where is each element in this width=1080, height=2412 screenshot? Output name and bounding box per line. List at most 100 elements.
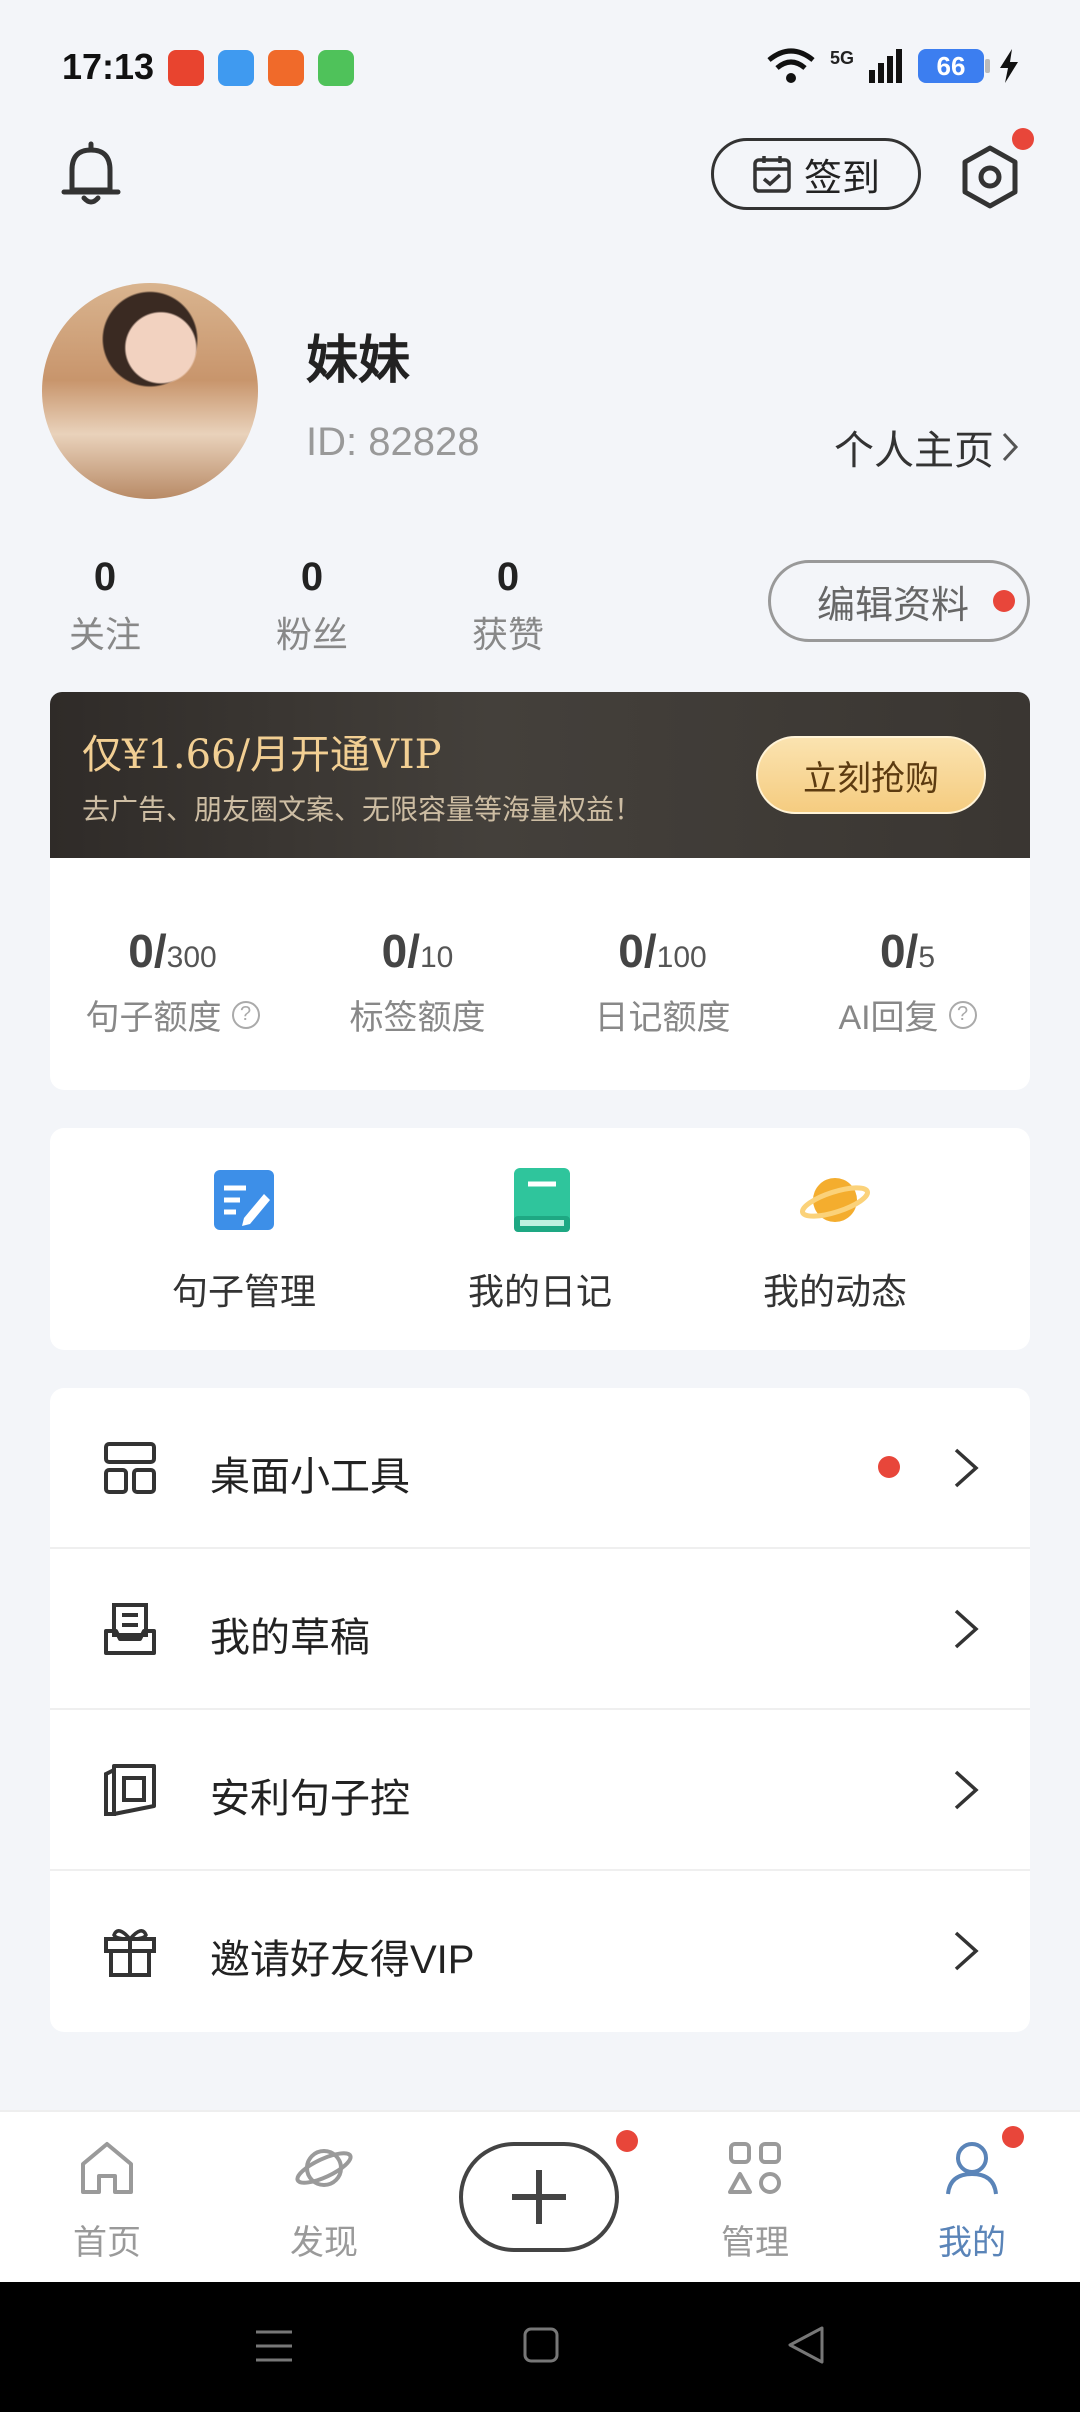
edit-doc-icon xyxy=(214,1170,274,1230)
menu-item-label: 桌面小工具 xyxy=(210,1455,410,1499)
personal-homepage-label: 个人主页 xyxy=(834,429,994,473)
status-time: 17:13 xyxy=(62,46,155,87)
battery-indicator: 66 xyxy=(918,49,990,83)
charging-icon xyxy=(1000,49,1018,83)
manage-grid-icon xyxy=(728,2142,781,2194)
quota-value: 0/5 xyxy=(785,924,1030,978)
stat-label: 关注 xyxy=(68,614,141,655)
discover-planet-icon xyxy=(295,2149,353,2187)
nav-label: 我的 xyxy=(938,2224,1006,2262)
chevron-right-icon xyxy=(954,1448,979,1488)
menu-list: 桌面小工具 我的草稿 安利句子控 邀请好友得VIP xyxy=(50,1388,1030,2032)
video-app-icon xyxy=(168,50,204,86)
quota-sentences: 0/300 句子额度? xyxy=(50,924,295,1039)
create-badge-dot xyxy=(616,2130,638,2152)
quota-value: 0/10 xyxy=(295,924,540,978)
menu-item-desktop-widgets[interactable]: 桌面小工具 xyxy=(50,1388,1030,1549)
help-icon[interactable]: ? xyxy=(231,1000,260,1029)
nav-discover[interactable]: 发现 xyxy=(254,2136,394,2264)
notification-app-icons xyxy=(168,50,354,86)
chevron-right-icon xyxy=(1002,432,1019,462)
help-icon[interactable]: ? xyxy=(948,1000,977,1029)
network-type: 5G xyxy=(829,48,854,68)
shortcut-card: 句子管理 我的日记 我的动态 xyxy=(50,1128,1030,1350)
stat-label: 粉丝 xyxy=(275,614,348,655)
shortcut-label: 我的动态 xyxy=(762,1271,907,1312)
wifi-icon xyxy=(767,48,815,83)
menu-item-my-drafts[interactable]: 我的草稿 xyxy=(50,1549,1030,1710)
share-app-icon xyxy=(104,1764,156,1816)
create-post-button[interactable] xyxy=(459,2142,619,2252)
nav-manage[interactable]: 管理 xyxy=(685,2136,825,2264)
nav-home[interactable]: 首页 xyxy=(37,2136,177,2264)
quota-used: 0/ xyxy=(618,925,657,977)
message-app-icon xyxy=(318,50,354,86)
shortcut-sentence-manage[interactable]: 句子管理 xyxy=(114,1164,374,1315)
stat-value: 0 xyxy=(93,555,117,599)
quota-total: 5 xyxy=(918,941,936,974)
profile-stats: 0 关注 0 粉丝 0 获赞 xyxy=(40,555,560,665)
quota-value: 0/100 xyxy=(540,924,785,978)
quota-label: 标签额度 xyxy=(349,999,486,1037)
home-icon xyxy=(81,2142,133,2194)
browser-app-icon xyxy=(218,50,254,86)
system-navigation-bar xyxy=(0,2282,1080,2412)
shortcut-my-moments[interactable]: 我的动态 xyxy=(705,1164,965,1315)
shopping-app-icon xyxy=(268,50,304,86)
stat-value: 0 xyxy=(496,555,520,599)
notification-bell-icon[interactable] xyxy=(58,140,124,210)
quota-used: 0/ xyxy=(879,925,919,977)
quota-label: AI回复 xyxy=(838,999,939,1037)
profile-badge-dot xyxy=(1002,2126,1024,2148)
avatar[interactable] xyxy=(42,283,258,499)
menu-item-label: 我的草稿 xyxy=(210,1616,370,1660)
planet-icon xyxy=(800,1178,870,1222)
nav-label: 首页 xyxy=(73,2224,141,2262)
profile-user-icon xyxy=(946,2142,998,2195)
vip-promo-banner[interactable]: 仅¥1.66/月开通VIP 去广告、朋友圈文案、无限容量等海量权益！ 立刻抢购 xyxy=(50,692,1030,858)
quota-label: 句子额度 xyxy=(85,999,222,1037)
personal-homepage-link[interactable]: 个人主页 xyxy=(834,418,1020,476)
shortcut-label: 我的日记 xyxy=(467,1271,612,1312)
shortcut-my-diary[interactable]: 我的日记 xyxy=(410,1164,670,1315)
quota-used: 0/ xyxy=(381,925,420,977)
menu-item-invite-friends[interactable]: 邀请好友得VIP xyxy=(50,1871,1030,2032)
quota-value: 0/300 xyxy=(50,924,295,978)
stat-label: 获赞 xyxy=(471,614,544,655)
edit-profile-badge-dot xyxy=(993,590,1015,612)
menu-badge-dot xyxy=(878,1456,900,1478)
stat-value: 0 xyxy=(300,555,324,599)
quota-tags: 0/10 标签额度 xyxy=(295,924,540,1039)
stat-following[interactable]: 0 关注 xyxy=(40,555,170,658)
menu-item-label: 邀请好友得VIP xyxy=(210,1938,475,1982)
menu-lines-icon[interactable] xyxy=(254,2326,294,2366)
back-triangle-icon[interactable] xyxy=(786,2324,826,2366)
nav-label: 发现 xyxy=(290,2224,358,2262)
vip-subtitle: 去广告、朋友圈文案、无限容量等海量权益！ xyxy=(82,793,643,826)
sign-in-button[interactable]: 签到 xyxy=(711,138,921,210)
nav-profile[interactable]: 我的 xyxy=(902,2136,1042,2264)
quota-total: 100 xyxy=(656,941,707,974)
settings-gear-icon[interactable] xyxy=(955,142,1025,212)
status-bar: 17:13 5G 66 xyxy=(0,0,1080,120)
stat-likes[interactable]: 0 获赞 xyxy=(443,555,573,658)
quota-label: 日记额度 xyxy=(594,999,731,1037)
user-name: 妹妹 xyxy=(306,332,411,390)
sign-in-label: 签到 xyxy=(803,157,880,200)
chevron-right-icon xyxy=(954,1931,979,1971)
stat-fans[interactable]: 0 粉丝 xyxy=(247,555,377,658)
chevron-right-icon xyxy=(954,1770,979,1810)
menu-item-recommend-app[interactable]: 安利句子控 xyxy=(50,1710,1030,1871)
vip-title: 仅¥1.66/月开通VIP xyxy=(82,732,442,778)
menu-item-label: 安利句子控 xyxy=(210,1777,410,1821)
edit-profile-button[interactable]: 编辑资料 xyxy=(768,560,1030,642)
settings-badge-dot xyxy=(1012,128,1034,150)
widget-icon xyxy=(104,1442,156,1494)
shortcut-label: 句子管理 xyxy=(171,1271,316,1312)
user-id: ID: 82828 xyxy=(306,420,480,464)
chevron-right-icon xyxy=(954,1609,979,1649)
diary-book-icon xyxy=(514,1168,570,1232)
vip-buy-button[interactable]: 立刻抢购 xyxy=(756,736,986,814)
home-square-icon[interactable] xyxy=(522,2326,560,2364)
quota-total: 10 xyxy=(420,941,454,974)
